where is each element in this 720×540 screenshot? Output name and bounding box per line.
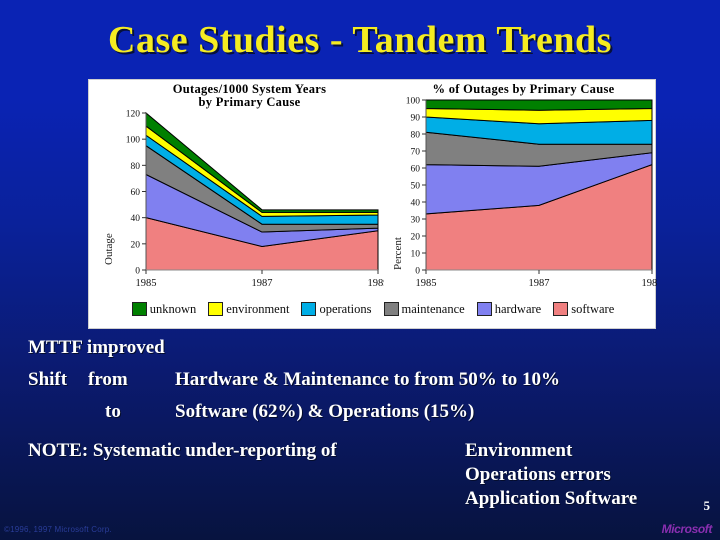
svg-text:60: 60 <box>131 188 141 198</box>
svg-text:0: 0 <box>135 267 140 277</box>
legend-item-software: software <box>553 302 614 317</box>
legend-label-software: software <box>571 301 615 316</box>
svg-text:40: 40 <box>411 199 421 209</box>
legend-item-environment: environment <box>208 302 289 317</box>
chart-percent-of-outages-by-primary-cause: % of Outages by Primary Cause Percent 01… <box>384 80 657 292</box>
svg-text:1987: 1987 <box>529 278 550 289</box>
text-hardware-clause: Hardware & Maintenance to from 50% to 10… <box>175 369 561 390</box>
microsoft-logo: Microsoft <box>661 522 713 536</box>
svg-text:100: 100 <box>406 97 421 107</box>
legend-item-maintenance: maintenance <box>383 301 465 317</box>
text-from-label: from <box>88 369 128 390</box>
svg-text:1987: 1987 <box>252 278 273 289</box>
legend-swatch-unknown <box>131 302 147 316</box>
legend-label-maintenance: maintenance <box>401 301 465 316</box>
svg-text:0: 0 <box>415 267 420 277</box>
text-note-item-application-software: Application Software <box>465 488 638 509</box>
legend-item-operations: operations <box>301 301 372 317</box>
svg-text:1985: 1985 <box>416 278 437 289</box>
text-shift-label: Shift <box>28 369 68 390</box>
slide-number: 5 <box>703 498 711 513</box>
legend-label-unknown: unknown <box>149 301 197 316</box>
legend-swatch-hardware <box>476 302 492 316</box>
chart-outages-per-1000-system-years: Outages/1000 System Years by Primary Cau… <box>89 80 384 292</box>
text-software-clause: Software (62%) & Operations (15%) <box>175 401 475 422</box>
chart-right-plot: 0 10 20 30 40 50 60 70 80 90 100 1985 1987 1989 <box>406 97 658 290</box>
svg-text:120: 120 <box>126 110 141 120</box>
legend-label-operations: operations <box>319 301 372 316</box>
svg-text:1985: 1985 <box>136 278 157 289</box>
text-mttf-improved: MTTF improved <box>28 337 165 358</box>
svg-text:20: 20 <box>411 233 421 243</box>
text-note-heading: NOTE: Systematic under-reporting of <box>28 440 337 461</box>
legend-item-unknown: unknown <box>131 301 197 317</box>
svg-text:40: 40 <box>131 214 141 224</box>
legend-swatch-operations <box>301 302 317 316</box>
svg-text:30: 30 <box>411 216 421 226</box>
svg-text:80: 80 <box>411 131 421 141</box>
chart-legend: unknown environment operations maintenan… <box>89 290 657 328</box>
text-note-item-operations-errors: Operations errors <box>465 464 611 485</box>
copyright-text: ©1996, 1997 Microsoft Corp. <box>4 525 112 534</box>
svg-text:80: 80 <box>131 162 141 172</box>
svg-text:100: 100 <box>126 136 141 146</box>
svg-text:1989: 1989 <box>368 278 385 289</box>
svg-text:70: 70 <box>411 148 421 158</box>
page-title: Case Studies - Tandem Trends <box>108 19 612 61</box>
legend-label-hardware: hardware <box>494 301 542 316</box>
legend-item-hardware: hardware <box>476 301 542 317</box>
text-note-item-environment: Environment <box>465 440 573 461</box>
svg-text:10: 10 <box>411 250 421 260</box>
svg-text:20: 20 <box>131 240 141 250</box>
text-to-label: to <box>105 401 121 422</box>
svg-text:90: 90 <box>411 114 421 124</box>
slide-canvas: Case Studies - Tandem Trends Outages/100… <box>0 0 720 540</box>
svg-text:50: 50 <box>411 182 421 192</box>
chart-panel: Outages/1000 System Years by Primary Cau… <box>88 79 657 329</box>
svg-text:60: 60 <box>411 165 421 175</box>
legend-swatch-software <box>553 302 569 316</box>
legend-swatch-environment <box>208 302 224 316</box>
legend-swatch-maintenance <box>383 302 399 316</box>
legend-label-environment: environment <box>226 301 290 316</box>
svg-text:1989: 1989 <box>642 278 658 289</box>
chart-left-plot: 0 20 40 60 80 100 120 1985 1987 1989 <box>126 110 385 290</box>
